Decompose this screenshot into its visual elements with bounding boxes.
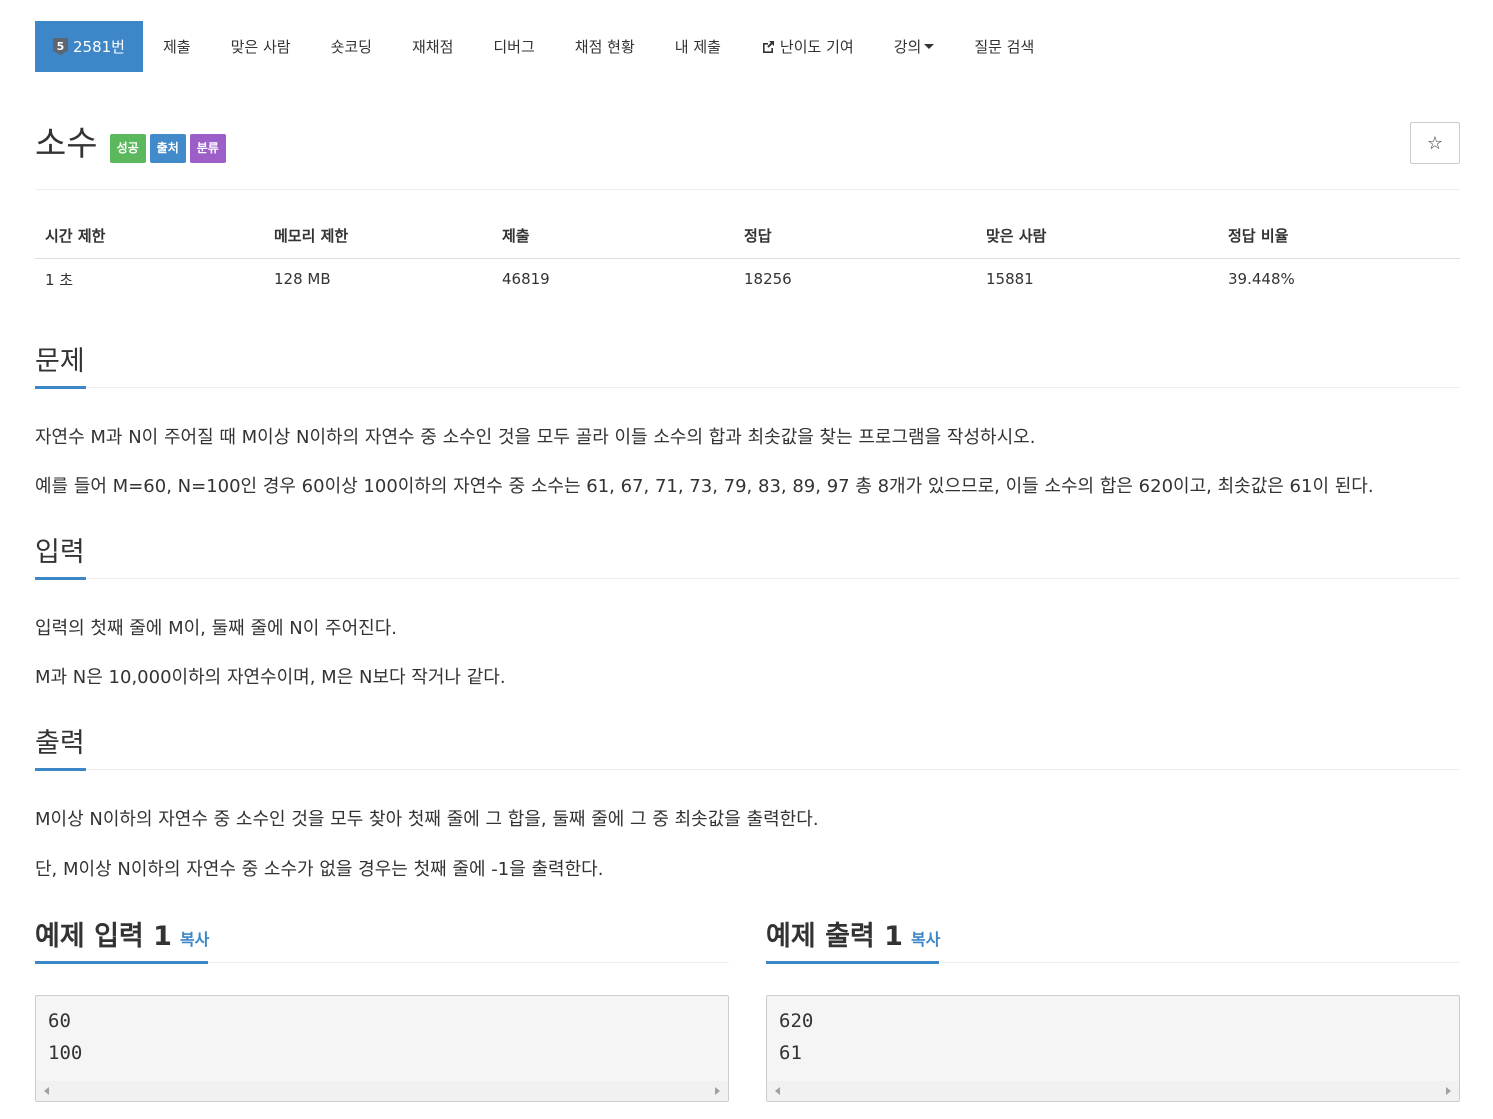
sample-output-title: 예제 출력 1 xyxy=(766,921,903,952)
value-memory-limit: 128 MB xyxy=(274,270,331,289)
nav-lectures-label: 강의 xyxy=(893,38,922,56)
header-submissions: 제출 xyxy=(492,214,734,259)
sample-output-line-2: 61 xyxy=(779,1042,802,1064)
description-heading: 문제 xyxy=(35,346,85,377)
nav-accepted-users[interactable]: 맞은 사람 xyxy=(211,21,311,72)
value-solved-users: 15881 xyxy=(986,270,1034,289)
problem-number-label: 2581번 xyxy=(73,38,125,56)
problem-title-row: 소수 성공 출처 분류 xyxy=(35,122,230,166)
copy-sample-output-button[interactable]: 복사 xyxy=(911,930,940,949)
sample-input-line-2: 100 xyxy=(48,1042,83,1064)
sample-output-heading: 예제 출력 1 복사 xyxy=(766,918,940,959)
success-badge: 성공 xyxy=(109,133,146,163)
star-icon[interactable]: ☆ xyxy=(1410,122,1460,164)
sample-output-line-1: 620 xyxy=(779,1010,814,1032)
header-solved-users: 맞은 사람 xyxy=(976,214,1218,259)
input-heading: 입력 xyxy=(35,537,85,568)
heading-underline xyxy=(766,961,939,964)
input-line-2: M과 N은 10,000이하의 자연수이며, M은 N보다 작거나 같다. xyxy=(35,667,506,688)
sample-output-header: 예제 출력 1 복사 xyxy=(766,918,1460,964)
nav-question-search[interactable]: 질문 검색 xyxy=(954,21,1054,72)
scroll-left-icon[interactable] xyxy=(44,1087,49,1095)
nav-submit[interactable]: 제출 xyxy=(143,21,211,72)
copy-sample-input-button[interactable]: 복사 xyxy=(180,930,209,949)
description-line-1: 자연수 M과 N이 주어질 때 M이상 N이하의 자연수 중 소수인 것을 모두… xyxy=(35,427,1036,448)
value-submissions: 46819 xyxy=(502,270,550,289)
sample-output-box[interactable]: 620 61 xyxy=(766,995,1460,1102)
section-divider xyxy=(35,769,1460,770)
value-time-limit: 1 초 xyxy=(45,270,74,289)
heading-underline xyxy=(35,768,86,771)
nav-difficulty-contribution[interactable]: 난이도 기여 xyxy=(741,21,874,72)
value-accept-ratio: 39.448% xyxy=(1228,270,1295,289)
scroll-right-icon[interactable] xyxy=(1446,1087,1451,1095)
nav-debug[interactable]: 디버그 xyxy=(473,21,554,72)
input-line-1: 입력의 첫째 줄에 M이, 둘째 줄에 N이 주어진다. xyxy=(35,618,398,639)
output-line-2: 단, M이상 N이하의 자연수 중 소수가 없을 경우는 첫째 줄에 -1을 출… xyxy=(35,859,604,880)
heading-underline xyxy=(35,577,86,580)
description-line-2: 예를 들어 M=60, N=100인 경우 60이상 100이하의 자연수 중 … xyxy=(35,476,1374,497)
scroll-left-icon[interactable] xyxy=(775,1087,780,1095)
output-line-1: M이상 N이하의 자연수 중 소수인 것을 모두 찾아 첫째 줄에 그 합을, … xyxy=(35,809,819,830)
sample-input-header: 예제 입력 1 복사 xyxy=(35,918,729,964)
scroll-right-icon[interactable] xyxy=(715,1087,720,1095)
caret-down-icon xyxy=(924,44,935,49)
info-value-row: 1 초 128 MB 46819 18256 15881 39.448% xyxy=(35,258,1460,300)
problem-info-table: 시간 제한 메모리 제한 제출 정답 맞은 사람 정답 비율 1 초 128 M… xyxy=(35,214,1460,300)
output-section-header: 출력 xyxy=(35,725,1460,771)
section-divider xyxy=(35,387,1460,388)
output-heading: 출력 xyxy=(35,728,85,759)
description-section-header: 문제 xyxy=(35,343,1460,389)
nav-difficulty-label: 난이도 기여 xyxy=(779,38,854,56)
source-badge[interactable]: 출처 xyxy=(149,133,186,163)
horizontal-scrollbar[interactable] xyxy=(767,1081,1459,1101)
section-divider xyxy=(35,578,1460,579)
header-memory-limit: 메모리 제한 xyxy=(264,214,492,259)
title-divider xyxy=(35,189,1460,190)
sample-input-title: 예제 입력 1 xyxy=(35,921,172,952)
header-accept-ratio: 정답 비율 xyxy=(1218,214,1460,259)
header-time-limit: 시간 제한 xyxy=(35,214,264,259)
problem-title: 소수 xyxy=(35,124,98,164)
sample-input-box[interactable]: 60 100 xyxy=(35,995,729,1102)
input-section-header: 입력 xyxy=(35,534,1460,580)
sample-input-line-1: 60 xyxy=(48,1010,71,1032)
external-link-icon xyxy=(762,40,774,53)
value-accepted: 18256 xyxy=(744,270,792,289)
nav-status[interactable]: 채점 현황 xyxy=(555,21,655,72)
nav-my-submissions[interactable]: 내 제출 xyxy=(655,21,741,72)
nav-lectures-dropdown[interactable]: 강의 xyxy=(874,21,955,72)
nav-short-coding[interactable]: 숏코딩 xyxy=(311,21,392,72)
heading-underline xyxy=(35,961,208,964)
heading-underline xyxy=(35,386,86,389)
sample-input-heading: 예제 입력 1 복사 xyxy=(35,918,209,959)
nav-problem-number[interactable]: 5 2581번 xyxy=(35,21,143,72)
nav-rejudge[interactable]: 재채점 xyxy=(392,21,473,72)
tier-badge-icon: 5 xyxy=(53,38,68,55)
horizontal-scrollbar[interactable] xyxy=(36,1081,728,1101)
info-header-row: 시간 제한 메모리 제한 제출 정답 맞은 사람 정답 비율 xyxy=(35,214,1460,259)
problem-nav: 5 2581번 제출 맞은 사람 숏코딩 재채점 디버그 채점 현황 내 제출 … xyxy=(35,21,1054,72)
tags-badge[interactable]: 분류 xyxy=(189,133,226,163)
header-accepted: 정답 xyxy=(734,214,976,259)
